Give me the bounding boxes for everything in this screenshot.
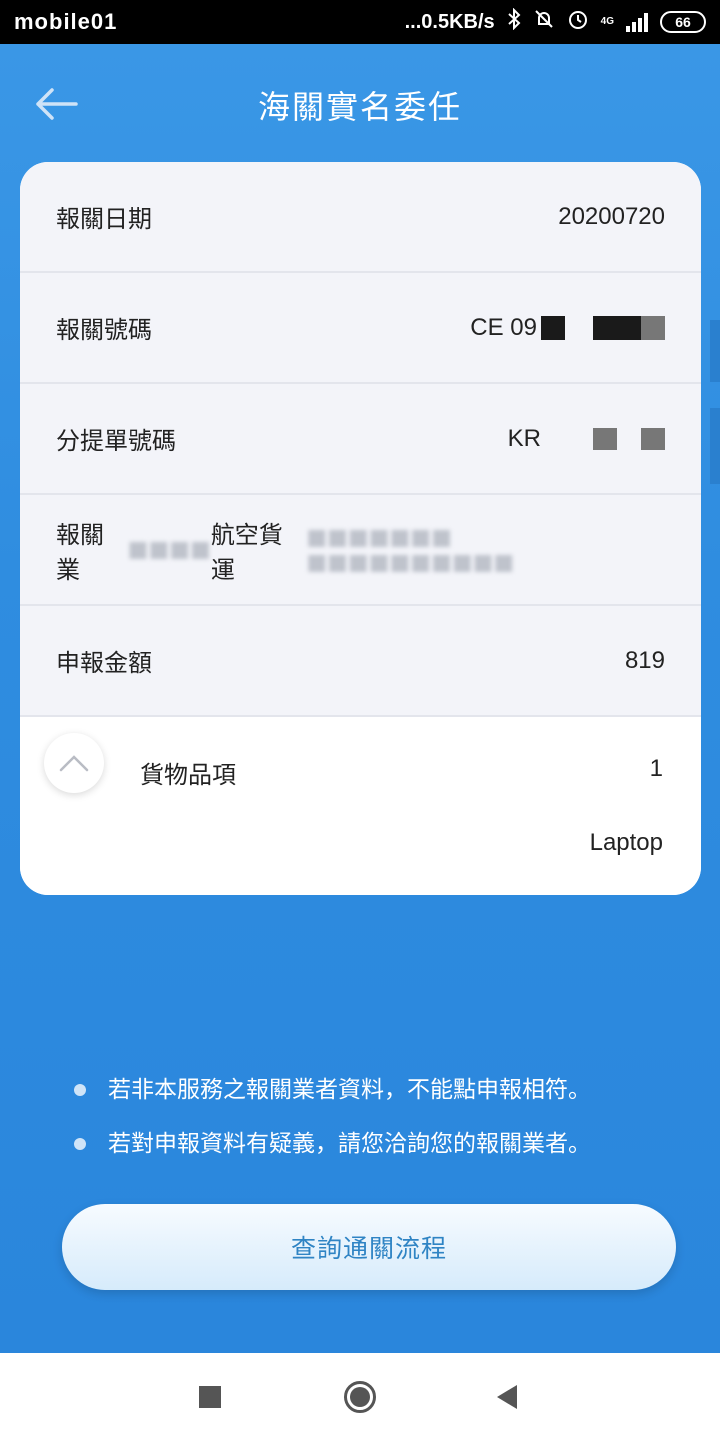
net-speed: ...0.5KB/s	[404, 10, 495, 33]
note-item: 若對申報資料有疑義，請您洽詢您的報關業者。	[74, 1124, 694, 1178]
redaction-mask	[593, 315, 617, 340]
nav-recent-button[interactable]	[190, 1377, 230, 1417]
redaction-mask	[641, 427, 665, 450]
row-sub-bill-number: 分提單號碼 KR	[20, 384, 701, 495]
goods-label: 貨物品項	[140, 761, 236, 789]
goods-item: Laptop	[589, 829, 663, 856]
notes-list: 若非本服務之報關業者資料，不能點申報相符。 若對申報資料有疑義，請您洽詢您的報關…	[74, 1070, 694, 1178]
row-label: 報關號碼	[56, 316, 152, 344]
page-title: 海關實名委任	[257, 88, 462, 126]
row-declaration-date: 報關日期 20200720	[20, 162, 701, 273]
row-value: KR	[507, 424, 541, 452]
app-screen: 海關實名委任 報關日期 20200720 報關號碼 CE 09 分提單號碼 KR	[0, 44, 720, 1353]
nav-home-button[interactable]	[340, 1377, 380, 1417]
mute-bell-icon	[533, 8, 555, 36]
triangle-left-icon	[497, 1385, 517, 1409]
network-type: 4G	[600, 16, 614, 27]
row-value-wrap: CE 09	[470, 314, 665, 342]
note-text: 若非本服務之報關業者資料，不能點申報相符。	[108, 1077, 591, 1103]
query-clearance-button[interactable]: 查詢通關流程	[62, 1204, 676, 1290]
row-declared-amount: 申報金額 819	[20, 606, 701, 717]
redaction-mask	[641, 315, 665, 340]
row-label: 分提單號碼	[56, 427, 176, 455]
row-value: 20200720	[558, 202, 665, 230]
row-value: CE 09	[470, 313, 537, 341]
redaction-mask	[593, 427, 617, 450]
battery-icon: 66	[660, 11, 706, 33]
row-customs-broker: 報關業 ■■■■ 航空貨運 ■■■■■■■ ■■■■■■■■■■	[20, 495, 701, 606]
chevron-up-icon	[59, 755, 89, 772]
row-value: 819	[624, 646, 665, 674]
note-item: 若非本服務之報關業者資料，不能點申報相符。	[74, 1070, 694, 1124]
collapse-button[interactable]	[44, 733, 104, 793]
header: 海關實名委任	[0, 44, 720, 162]
alarm-icon	[567, 8, 589, 36]
status-bar: mobile01 ...0.5KB/s 4G 66	[0, 0, 720, 44]
navigation-bar	[0, 1353, 720, 1440]
row-declaration-number: 報關號碼 CE 09	[20, 273, 701, 384]
row-value: 航空貨運	[210, 520, 283, 584]
goods-section: 貨物品項 1 Laptop	[20, 717, 701, 895]
redaction-mask	[617, 315, 641, 340]
edge-tab	[710, 320, 720, 382]
blurred-text: ■■■■	[127, 537, 211, 562]
status-left-text: mobile01	[14, 9, 118, 34]
row-value-wrap: KR	[508, 425, 665, 453]
bluetooth-icon	[507, 7, 521, 36]
signal-icon	[626, 12, 648, 32]
status-right: ...0.5KB/s 4G 66	[404, 7, 706, 36]
row-label: 報關日期	[56, 205, 152, 233]
blurred-text: ■■■■■■■ ■■■■■■■■■■	[306, 524, 515, 575]
redaction-mask	[541, 315, 565, 340]
row-label: 申報金額	[56, 649, 152, 677]
nav-back-button[interactable]	[488, 1377, 528, 1417]
goods-count: 1	[649, 755, 663, 782]
bullet-dot	[74, 1084, 86, 1096]
edge-tab	[710, 408, 720, 484]
note-text: 若對申報資料有疑義，請您洽詢您的報關業者。	[108, 1131, 591, 1157]
square-icon	[199, 1386, 221, 1408]
circle-icon	[344, 1381, 376, 1413]
declaration-card: 報關日期 20200720 報關號碼 CE 09 分提單號碼 KR 報關業 ■■…	[20, 162, 701, 895]
bullet-dot	[74, 1138, 86, 1150]
row-label: 報關業	[56, 520, 104, 584]
